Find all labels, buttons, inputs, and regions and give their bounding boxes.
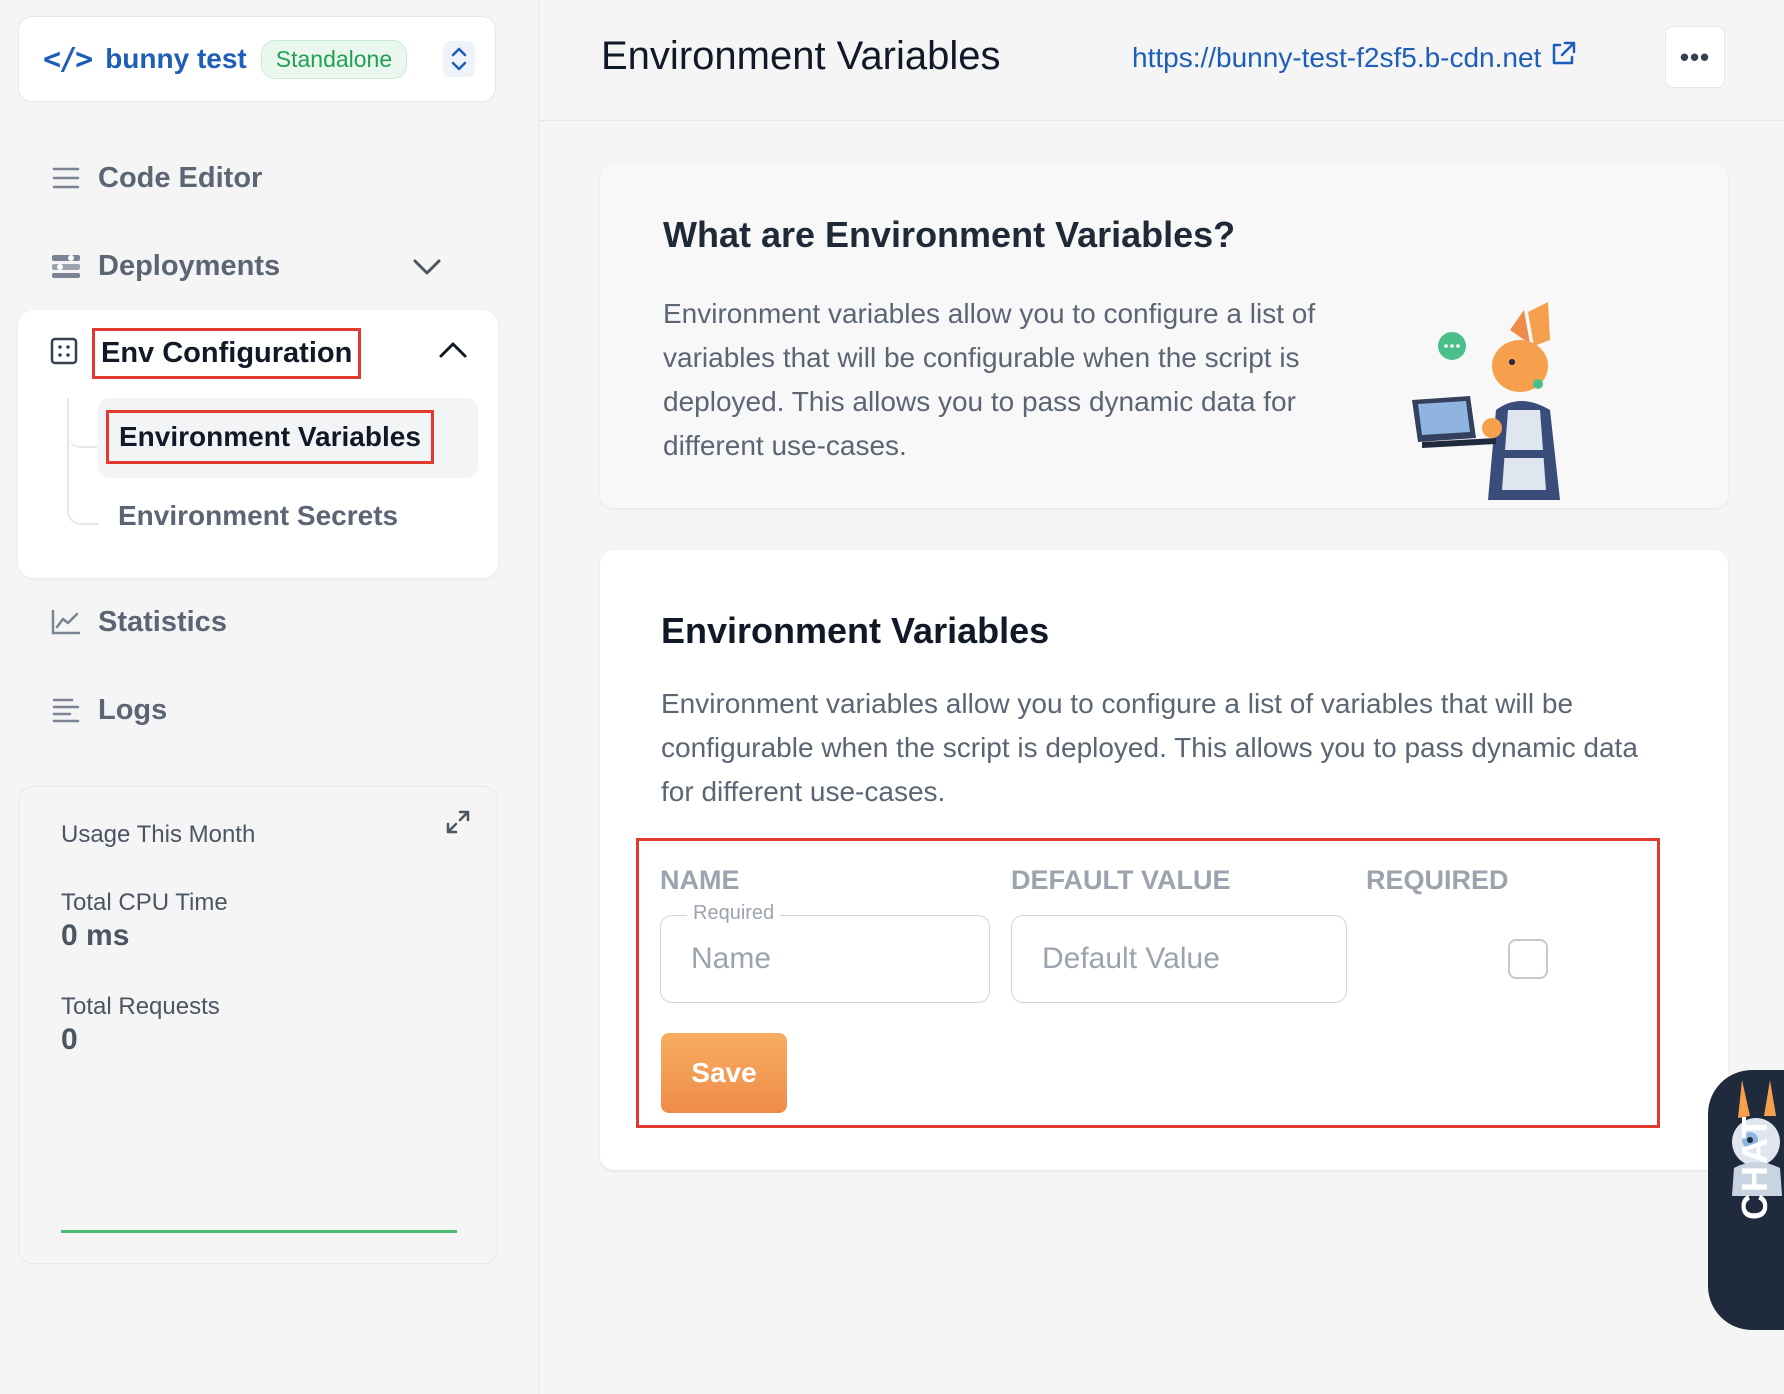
sidebar: </> bunny test Standalone Code Editor De… (0, 0, 539, 1394)
app-name: bunny test (105, 43, 247, 74)
requests-label: Total Requests (61, 993, 220, 1020)
environment-variables-card: Environment Variables Environment variab… (600, 550, 1728, 1170)
external-link-icon (1549, 40, 1577, 75)
section-title: Environment Variables (661, 610, 1050, 651)
usage-title: Usage This Month (61, 821, 256, 848)
info-card-title: What are Environment Variables? (663, 214, 1236, 255)
variable-form: NAME DEFAULT VALUE REQUIRED Required Nam… (636, 838, 1660, 1128)
sidebar-item-label: Logs (98, 693, 168, 726)
tree-connector (67, 398, 97, 448)
cpu-time-label: Total CPU Time (61, 889, 228, 916)
code-icon: </> (43, 41, 93, 77)
app-switcher[interactable]: </> bunny test Standalone (18, 16, 496, 102)
column-header-name: NAME (660, 865, 740, 895)
site-url-text: https://bunny-test-f2sf5.b-cdn.net (1132, 41, 1542, 73)
usage-panel: Usage This Month Total CPU Time 0 ms Tot… (18, 786, 498, 1264)
usage-progress-bar (61, 1230, 457, 1233)
sidebar-item-code-editor[interactable]: Code Editor (50, 156, 262, 200)
sidebar-item-env-configuration[interactable]: Env Configuration (50, 328, 362, 379)
info-card-text: Environment variables allow you to confi… (663, 298, 1316, 461)
default-value-input[interactable]: Default Value (1011, 915, 1347, 1003)
lines-icon (50, 162, 82, 194)
section-description: Environment variables allow you to confi… (661, 688, 1638, 807)
sidebar-item-statistics[interactable]: Statistics (50, 600, 227, 644)
name-input-label: Required (687, 902, 781, 925)
sidebar-item-deployments[interactable]: Deployments (50, 244, 470, 288)
sidebar-item-label: Deployments (98, 249, 281, 282)
env-configuration-panel: Env Configuration Environment Variables … (18, 310, 498, 578)
name-input[interactable]: Required Name (660, 902, 990, 1003)
page-title: Environment Variables (601, 34, 1001, 78)
subnav-item-environment-secrets[interactable]: Environment Secrets (118, 500, 398, 532)
subnav-item-label[interactable]: Environment Variables (106, 410, 434, 464)
page-header: Environment Variables https://bunny-test… (539, 0, 1784, 121)
default-value-placeholder: Default Value (1042, 942, 1220, 975)
sidebar-item-label: Code Editor (98, 161, 263, 194)
site-url-link[interactable]: https://bunny-test-f2sf5.b-cdn.net (1132, 40, 1577, 75)
sidebar-item-label: Statistics (98, 605, 227, 638)
sidebar-item-logs[interactable]: Logs (50, 688, 167, 732)
expand-icon[interactable] (445, 809, 471, 840)
sidebar-item-label: Env Configuration (92, 328, 362, 379)
save-button[interactable]: Save (661, 1033, 787, 1113)
name-input-placeholder: Name (691, 942, 772, 975)
chevron-down-icon[interactable] (412, 252, 442, 285)
chevron-up-down-icon[interactable] (443, 41, 475, 77)
required-checkbox[interactable] (1508, 939, 1548, 979)
info-card: What are Environment Variables? Environm… (600, 164, 1728, 508)
cpu-time-value: 0 ms (61, 919, 130, 952)
app-type-badge: Standalone (260, 39, 408, 79)
list-icon (50, 694, 82, 726)
chart-line-icon (50, 606, 82, 638)
chat-label: CHAT (1734, 1114, 1775, 1220)
bunny-mascot-illustration (1400, 300, 1580, 511)
more-options-button[interactable]: ••• (1665, 26, 1725, 88)
sliders-icon (50, 250, 82, 282)
grid-icon (50, 337, 78, 370)
requests-value: 0 (61, 1023, 78, 1056)
column-header-default-value: DEFAULT VALUE (1011, 865, 1231, 895)
chevron-up-icon[interactable] (438, 340, 468, 365)
column-header-required: REQUIRED (1366, 865, 1509, 895)
